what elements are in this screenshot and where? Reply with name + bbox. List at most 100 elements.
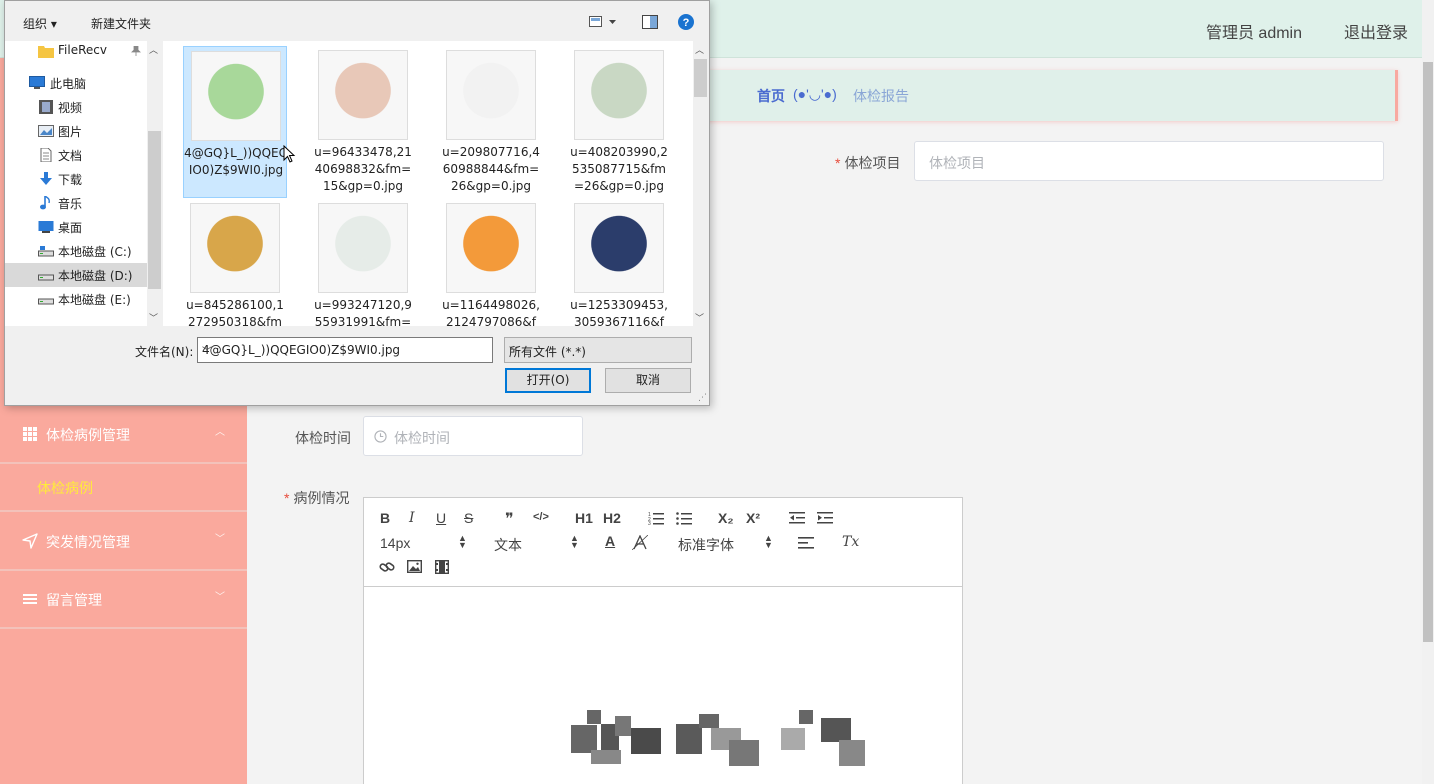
logout-link[interactable]: 退出登录 <box>1344 19 1408 43</box>
nav-scrollbar-thumb[interactable] <box>148 131 161 289</box>
project-input[interactable]: 体检项目 <box>914 141 1384 181</box>
clear-format-button[interactable]: Tx <box>842 534 859 550</box>
file-item[interactable]: u=209807716,460988844&fm=26&gp=0.jpg <box>439 46 543 198</box>
scroll-down-icon[interactable]: ﹀ <box>695 311 704 324</box>
ordered-list-icon[interactable]: 123 <box>648 511 664 525</box>
chevron-down-icon[interactable]: ﹀ <box>202 343 486 358</box>
chevron-up-icon: ︿ <box>215 427 225 438</box>
code-block-button[interactable]: </> <box>533 511 549 523</box>
h2-button[interactable]: H2 <box>603 510 621 526</box>
nav-item-filerecv[interactable]: FileRecv <box>5 41 147 63</box>
subscript-button[interactable]: X₂ <box>718 510 734 526</box>
desktop-icon <box>38 221 54 233</box>
menu-message-management[interactable]: 留言管理 ﹀ <box>0 571 247 629</box>
h1-button[interactable]: H1 <box>575 510 593 526</box>
organize-menu[interactable]: 组织 ▾ <box>23 15 57 32</box>
filetype-select[interactable]: 所有文件 (*.*) ﹀ <box>504 337 692 363</box>
file-item[interactable]: u=845286100,1272950318&fm <box>183 199 287 326</box>
time-label: 体检时间 <box>295 430 351 446</box>
scroll-down-icon[interactable]: ﹀ <box>149 311 158 324</box>
video-icon <box>39 100 53 114</box>
font-family-select[interactable]: 标准字体 ▲ ▼ <box>678 534 774 554</box>
file-thumbnail <box>574 203 664 293</box>
mouse-cursor-icon <box>283 145 296 163</box>
block-type-select[interactable]: 文本 ▲ ▼ <box>494 534 580 554</box>
nav-item-music[interactable]: 音乐 <box>5 191 147 215</box>
page-scrollbar[interactable] <box>1422 58 1434 784</box>
view-options-icon[interactable] <box>589 16 617 28</box>
file-name: u=993247120,955931991&fm= <box>314 298 412 326</box>
italic-button[interactable]: I <box>409 510 415 526</box>
filename-input[interactable]: 4@GQ}L_))QQEGIO0)Z$9WI0.jpg ﹀ <box>197 337 493 363</box>
nav-item-videos[interactable]: 视频 <box>5 95 147 119</box>
outdent-icon[interactable] <box>789 511 805 525</box>
drive-icon <box>38 298 54 305</box>
bullet-list-icon[interactable] <box>676 511 692 525</box>
project-label: * 体检项目 <box>835 155 901 171</box>
breadcrumb-current: 体检报告 <box>853 88 909 104</box>
file-thumbnail <box>318 50 408 140</box>
bold-button[interactable]: B <box>380 510 390 526</box>
cancel-button[interactable]: 取消 <box>605 368 691 393</box>
nav-item-drive-e[interactable]: 本地磁盘 (E:) <box>5 287 147 311</box>
file-name: u=1164498026,2124797086&f <box>442 298 540 326</box>
folder-icon <box>38 46 54 58</box>
navigation-icon <box>22 533 38 549</box>
nav-item-desktop[interactable]: 桌面 <box>5 215 147 239</box>
new-folder-button[interactable]: 新建文件夹 <box>91 15 151 32</box>
preview-pane-icon[interactable] <box>642 15 658 29</box>
page-scrollbar-thumb[interactable] <box>1423 62 1433 642</box>
font-color-button[interactable]: A <box>605 533 615 549</box>
resize-grip-icon[interactable]: ⋰ <box>698 393 707 403</box>
nav-item-pictures[interactable]: 图片 <box>5 119 147 143</box>
nav-item-drive-c[interactable]: 本地磁盘 (C:) <box>5 239 147 263</box>
file-thumbnail <box>446 203 536 293</box>
nav-item-documents[interactable]: 文档 <box>5 143 147 167</box>
scroll-up-icon[interactable]: ︿ <box>149 43 158 56</box>
file-item[interactable]: u=408203990,2535087715&fm=26&gp=0.jpg <box>567 46 671 198</box>
breadcrumb-home[interactable]: 首页 <box>757 86 785 106</box>
help-icon[interactable]: ? <box>678 14 694 30</box>
align-icon[interactable] <box>798 536 814 550</box>
scroll-up-icon[interactable]: ︿ <box>695 43 704 56</box>
image-icon[interactable] <box>407 560 422 573</box>
rich-text-editor[interactable]: B I U S ❞ </> H1 H2 123 X₂ X² 14px ▲ ▼ 文本… <box>363 497 963 784</box>
editor-toolbar: B I U S ❞ </> H1 H2 123 X₂ X² 14px ▲ ▼ 文本… <box>364 498 962 587</box>
file-list-pane: ︿ ﹀ 4@GQ}L_))QQEGIO0)Z$9WI0.jpg u=9643347… <box>163 41 708 326</box>
breadcrumb-face: (●'◡'●) <box>793 86 837 102</box>
background-color-icon[interactable] <box>632 535 648 550</box>
link-icon[interactable] <box>379 560 395 574</box>
file-item[interactable]: u=96433478,2140698832&fm=15&gp=0.jpg <box>311 46 415 198</box>
video-icon[interactable] <box>435 560 449 574</box>
file-item[interactable]: u=993247120,955931991&fm= <box>311 199 415 326</box>
open-button[interactable]: 打开(O) <box>505 368 591 393</box>
strike-button[interactable]: S <box>464 510 473 526</box>
nav-item-this-pc[interactable]: 此电脑 <box>5 71 147 95</box>
file-item[interactable]: 4@GQ}L_))QQEGIO0)Z$9WI0.jpg <box>183 46 288 198</box>
superscript-button[interactable]: X² <box>746 510 760 526</box>
drive-icon <box>38 274 54 281</box>
clock-icon <box>374 430 387 443</box>
file-item[interactable]: u=1164498026,2124797086&f <box>439 199 543 326</box>
menu-emergency-management[interactable]: 突发情况管理 ﹀ <box>0 513 247 571</box>
file-thumbnail <box>446 50 536 140</box>
time-input[interactable]: 体检时间 <box>363 416 583 456</box>
nav-scrollbar[interactable]: ︿ ﹀ <box>147 41 162 326</box>
files-scrollbar-thumb[interactable] <box>694 59 707 97</box>
menu-case-management[interactable]: 体检病例管理 ︿ <box>0 406 247 464</box>
nav-item-downloads[interactable]: 下载 <box>5 167 147 191</box>
blockquote-button[interactable]: ❞ <box>505 509 514 529</box>
grid-icon <box>23 427 37 441</box>
files-scrollbar[interactable]: ︿ ﹀ <box>693 41 708 326</box>
case-label: * 病例情况 <box>284 490 350 506</box>
submenu-case[interactable]: 体检病例 <box>0 460 247 512</box>
font-size-select[interactable]: 14px ▲ ▼ <box>380 533 467 552</box>
file-item[interactable]: u=1253309453,3059367116&f <box>567 199 671 326</box>
indent-icon[interactable] <box>817 511 833 525</box>
chevron-down-icon[interactable]: ﹀ <box>509 343 685 358</box>
underline-button[interactable]: U <box>436 510 446 526</box>
updown-icon: ▲ ▼ <box>458 533 467 550</box>
submenu-label[interactable]: 体检病例 <box>37 478 93 498</box>
nav-item-drive-d[interactable]: 本地磁盘 (D:) <box>5 263 147 287</box>
file-thumbnail <box>318 203 408 293</box>
